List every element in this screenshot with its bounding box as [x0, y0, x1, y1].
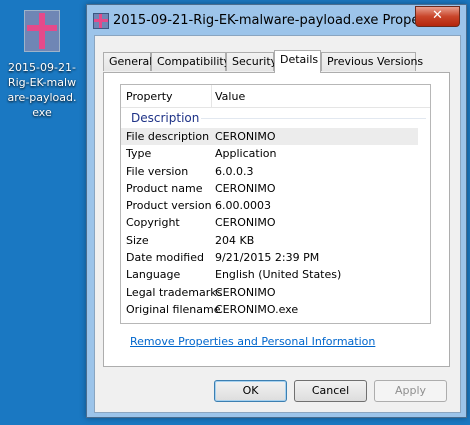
tab-compatibility[interactable]: Compatibility: [151, 52, 230, 71]
row-value: CERONIMO: [215, 285, 276, 299]
tab-general[interactable]: General: [103, 52, 152, 71]
row-value: CERONIMO: [215, 216, 276, 230]
row-value: CERONIMO.exe: [215, 302, 299, 316]
list-row[interactable]: Date modified 9/21/2015 2:39 PM: [121, 249, 430, 266]
row-key: Product version: [126, 199, 212, 213]
dialog-client: General Compatibility Security Details P…: [94, 35, 461, 413]
tab-previous-versions[interactable]: Previous Versions: [321, 52, 423, 71]
list-row[interactable]: Product name CERONIMO: [121, 180, 430, 197]
window-title: 2015-09-21-Rig-EK-malware-payload.exe Pr…: [113, 13, 449, 28]
row-key: Original filename: [126, 302, 221, 316]
row-value: 6.0.0.3: [215, 164, 254, 178]
column-property[interactable]: Property: [126, 90, 173, 103]
group-description: Description: [121, 108, 430, 128]
list-row[interactable]: Copyright CERONIMO: [121, 214, 430, 231]
details-panel: Property Value Description File descript…: [103, 72, 450, 367]
row-key: Size: [126, 233, 149, 247]
tab-security[interactable]: Security: [226, 52, 277, 71]
group-label: Description: [131, 111, 200, 125]
desktop-file-icon[interactable]: 2015-09-21-Rig-EK-malware-payload.exe: [2, 10, 82, 120]
properties-window: 2015-09-21-Rig-EK-malware-payload.exe Pr…: [86, 4, 467, 418]
row-key: Date modified: [126, 251, 204, 265]
row-key: Product name: [126, 181, 203, 195]
column-value[interactable]: Value: [215, 90, 245, 103]
app-icon: [93, 13, 109, 29]
list-row[interactable]: Type Application: [121, 145, 430, 162]
row-key: Legal trademarks: [126, 285, 223, 299]
ok-button[interactable]: OK: [214, 380, 287, 402]
row-value: CERONIMO: [215, 130, 276, 143]
list-header: Property Value: [121, 85, 430, 108]
desktop-icon-label: 2015-09-21-Rig-EK-malware-payload.exe: [7, 61, 77, 119]
row-value: 204 KB: [215, 233, 255, 247]
cancel-button[interactable]: Cancel: [294, 380, 367, 402]
row-key: Type: [126, 147, 152, 161]
row-value: Application: [215, 147, 277, 161]
list-row[interactable]: Legal trademarks CERONIMO: [121, 284, 430, 301]
list-row[interactable]: Original filename CERONIMO.exe: [121, 301, 430, 318]
title-bar[interactable]: 2015-09-21-Rig-EK-malware-payload.exe Pr…: [87, 5, 466, 35]
row-value: 6.00.0003: [215, 199, 271, 213]
list-row[interactable]: Product version 6.00.0003: [121, 197, 430, 214]
list-row[interactable]: Language English (United States): [121, 266, 430, 283]
close-button[interactable]: ✕: [415, 6, 460, 27]
row-key: File description: [126, 130, 210, 143]
details-list[interactable]: Property Value Description File descript…: [120, 84, 431, 324]
close-icon: ✕: [432, 8, 443, 23]
row-value: CERONIMO: [215, 181, 276, 195]
exe-file-icon: [24, 10, 60, 52]
row-value: 9/21/2015 2:39 PM: [215, 251, 320, 265]
row-key: Copyright: [126, 216, 180, 230]
row-value: English (United States): [215, 268, 342, 282]
list-row[interactable]: Size 204 KB: [121, 232, 430, 249]
list-row[interactable]: File version 6.0.0.3: [121, 163, 430, 180]
remove-properties-link[interactable]: Remove Properties and Personal Informati…: [130, 335, 375, 348]
row-key: Language: [126, 268, 181, 282]
tab-details[interactable]: Details: [274, 50, 321, 73]
row-key: File version: [126, 164, 189, 178]
list-row[interactable]: File description CERONIMO: [121, 128, 418, 146]
apply-button[interactable]: Apply: [374, 380, 447, 402]
